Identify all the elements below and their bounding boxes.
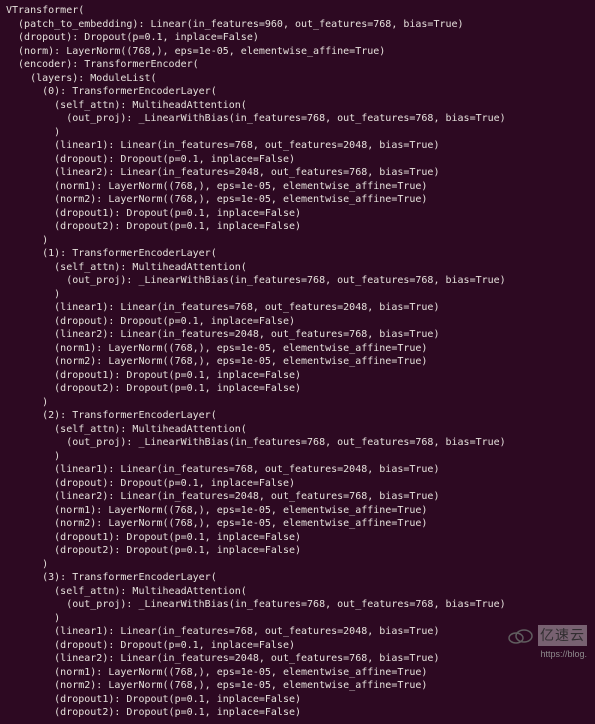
code-line: (dropout2): Dropout(p=0.1, inplace=False… [6,545,301,556]
code-line: (1): TransformerEncoderLayer( [6,248,217,259]
code-line: (out_proj): _LinearWithBias(in_features=… [6,599,506,610]
code-line: ) [6,613,60,624]
code-line: ) [6,559,48,570]
code-line: (norm2): LayerNorm((768,), eps=1e-05, el… [6,680,427,691]
code-line: (norm2): LayerNorm((768,), eps=1e-05, el… [6,356,427,367]
code-line: (norm1): LayerNorm((768,), eps=1e-05, el… [6,181,427,192]
code-line: (norm): LayerNorm((768,), eps=1e-05, ele… [6,46,385,57]
code-line: (dropout2): Dropout(p=0.1, inplace=False… [6,383,301,394]
code-line: (norm2): LayerNorm((768,), eps=1e-05, el… [6,194,427,205]
code-line: (dropout1): Dropout(p=0.1, inplace=False… [6,694,301,705]
code-line: (layers): ModuleList( [6,73,157,84]
code-line: ) [6,289,60,300]
code-line: (linear1): Linear(in_features=768, out_f… [6,302,439,313]
code-line: (norm1): LayerNorm((768,), eps=1e-05, el… [6,343,427,354]
code-line: (2): TransformerEncoderLayer( [6,410,217,421]
code-line: (norm1): LayerNorm((768,), eps=1e-05, el… [6,667,427,678]
code-line: (linear2): Linear(in_features=2048, out_… [6,653,439,664]
code-line: VTransformer( [6,5,84,16]
code-line: (dropout): Dropout(p=0.1, inplace=False) [6,32,259,43]
code-line: (0): TransformerEncoderLayer( [6,86,217,97]
code-line: ) [6,397,48,408]
code-line: (self_attn): MultiheadAttention( [6,262,247,273]
code-line: (self_attn): MultiheadAttention( [6,586,247,597]
cloud-icon [506,627,534,645]
code-line: (dropout1): Dropout(p=0.1, inplace=False… [6,532,301,543]
code-line: (dropout): Dropout(p=0.1, inplace=False) [6,478,295,489]
code-line: (out_proj): _LinearWithBias(in_features=… [6,275,506,286]
code-line: ) [6,235,48,246]
code-line: ) [6,451,60,462]
code-line: (norm2): LayerNorm((768,), eps=1e-05, el… [6,518,427,529]
terminal-output: VTransformer( (patch_to_embedding): Line… [0,0,595,724]
code-line: (dropout1): Dropout(p=0.1, inplace=False… [6,370,301,381]
code-line: (self_attn): MultiheadAttention( [6,100,247,111]
code-line: (norm1): LayerNorm((768,), eps=1e-05, el… [6,505,427,516]
code-line: (dropout2): Dropout(p=0.1, inplace=False… [6,707,301,718]
code-line: (dropout): Dropout(p=0.1, inplace=False) [6,154,295,165]
code-line: (dropout1): Dropout(p=0.1, inplace=False… [6,208,301,219]
code-line: (encoder): TransformerEncoder( [6,59,199,70]
code-line: (linear2): Linear(in_features=2048, out_… [6,491,439,502]
code-line: ) [6,127,60,138]
code-line: (linear2): Linear(in_features=2048, out_… [6,167,439,178]
watermark-brand: 亿速云 [538,625,587,646]
watermark-url: https://blog. [540,648,587,660]
code-line: (self_attn): MultiheadAttention( [6,424,247,435]
code-line: (dropout2): Dropout(p=0.1, inplace=False… [6,221,301,232]
code-line: (linear1): Linear(in_features=768, out_f… [6,626,439,637]
code-line: (linear1): Linear(in_features=768, out_f… [6,464,439,475]
code-line: (dropout): Dropout(p=0.1, inplace=False) [6,640,295,651]
code-line: (dropout): Dropout(p=0.1, inplace=False) [6,316,295,327]
code-line: (out_proj): _LinearWithBias(in_features=… [6,113,506,124]
code-line: (patch_to_embedding): Linear(in_features… [6,19,464,30]
code-line: (linear2): Linear(in_features=2048, out_… [6,329,439,340]
code-line: (out_proj): _LinearWithBias(in_features=… [6,437,506,448]
watermark: 亿速云 https://blog. [506,625,587,646]
code-line: (3): TransformerEncoderLayer( [6,572,217,583]
code-line: (linear1): Linear(in_features=768, out_f… [6,140,439,151]
